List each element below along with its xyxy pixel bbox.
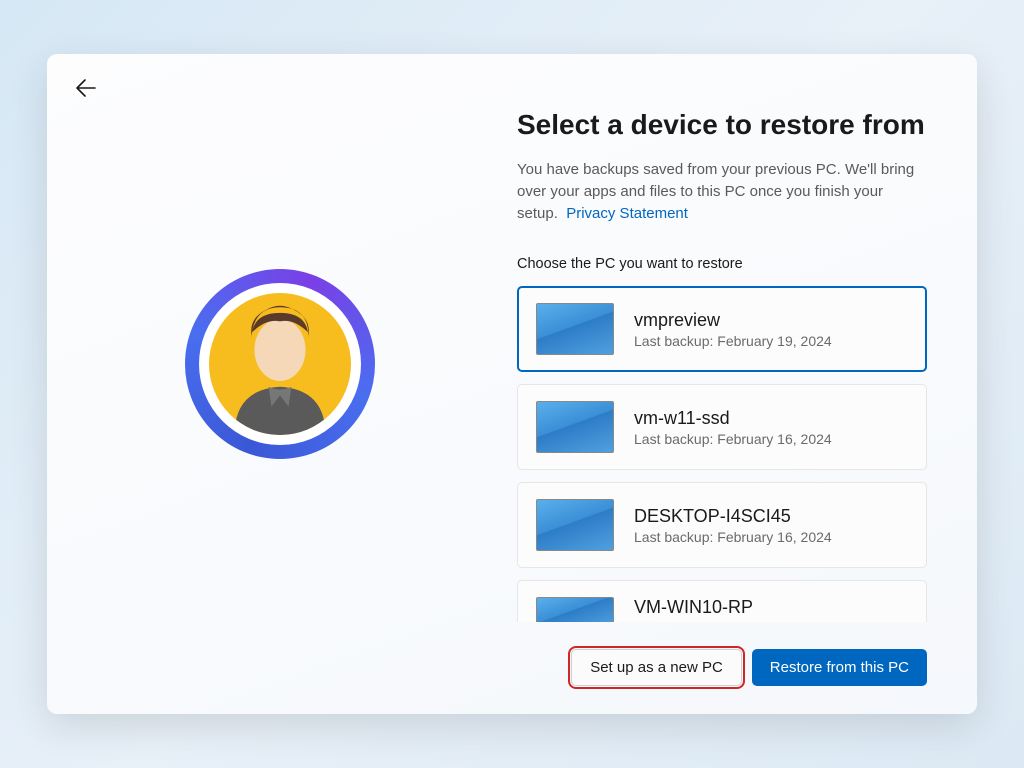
person-icon xyxy=(209,293,351,435)
choose-pc-label: Choose the PC you want to restore xyxy=(517,256,927,272)
page-title: Select a device to restore from xyxy=(517,109,927,141)
page-description: You have backups saved from your previou… xyxy=(517,159,927,224)
illustration-pane xyxy=(47,54,512,714)
arrow-left-icon xyxy=(73,76,97,100)
device-info: vm-w11-ssd Last backup: February 16, 202… xyxy=(634,408,832,447)
setup-new-pc-button[interactable]: Set up as a new PC xyxy=(571,649,742,686)
desktop-thumbnail-icon xyxy=(536,499,614,551)
back-button[interactable] xyxy=(73,76,97,100)
device-card-desktop-i4sci45[interactable]: DESKTOP-I4SCI45 Last backup: February 16… xyxy=(517,482,927,568)
privacy-statement-link[interactable]: Privacy Statement xyxy=(566,205,688,222)
device-card-vm-w11-ssd[interactable]: vm-w11-ssd Last backup: February 16, 202… xyxy=(517,384,927,470)
device-info: DESKTOP-I4SCI45 Last backup: February 16… xyxy=(634,506,832,545)
device-card-vm-win10-rp[interactable]: VM-WIN10-RP xyxy=(517,580,927,622)
device-name: vmpreview xyxy=(634,310,832,331)
device-backup-date: Last backup: February 16, 2024 xyxy=(634,529,832,545)
device-info: vmpreview Last backup: February 19, 2024 xyxy=(634,310,832,349)
device-info: VM-WIN10-RP xyxy=(634,597,753,618)
device-card-vmpreview[interactable]: vmpreview Last backup: February 19, 2024 xyxy=(517,286,927,372)
device-name: DESKTOP-I4SCI45 xyxy=(634,506,832,527)
desktop-thumbnail-icon xyxy=(536,597,614,622)
device-backup-date: Last backup: February 19, 2024 xyxy=(634,333,832,349)
user-avatar xyxy=(185,269,375,459)
footer-actions: Set up as a new PC Restore from this PC xyxy=(571,649,927,686)
desktop-thumbnail-icon xyxy=(536,401,614,453)
device-name: VM-WIN10-RP xyxy=(634,597,753,618)
device-name: vm-w11-ssd xyxy=(634,408,832,429)
device-backup-date: Last backup: February 16, 2024 xyxy=(634,431,832,447)
content-pane: Select a device to restore from You have… xyxy=(512,54,977,714)
restore-from-pc-button[interactable]: Restore from this PC xyxy=(752,649,927,686)
oobe-restore-window: Select a device to restore from You have… xyxy=(47,54,977,714)
desktop-thumbnail-icon xyxy=(536,303,614,355)
